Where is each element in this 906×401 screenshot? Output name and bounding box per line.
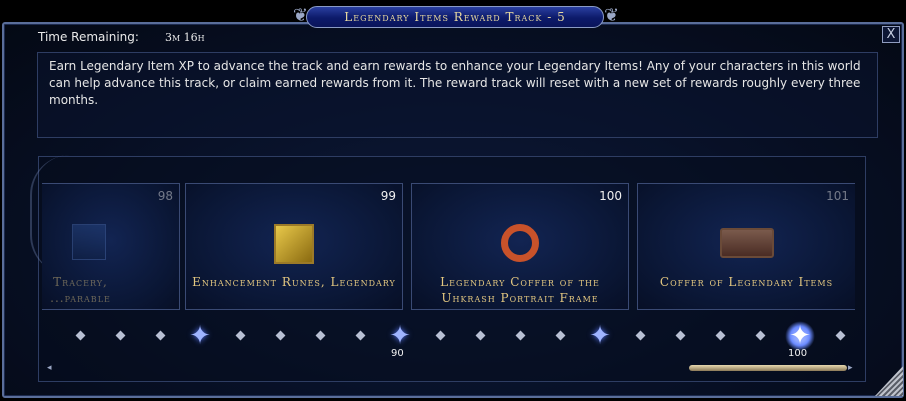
window-title: Legendary Items Reward Track - 5 — [306, 6, 604, 28]
reward-name: Coffer of Legendary Items — [659, 275, 834, 289]
time-remaining-value: 3m 16h — [165, 31, 205, 44]
track-marker-90: 90 — [391, 348, 404, 359]
reward-name: Enhancement Runes, Legendary — [192, 275, 396, 289]
tracery-icon — [72, 224, 106, 260]
milestone-star-icon: ✦ — [189, 321, 211, 351]
track-marker-100: 100 — [788, 348, 808, 359]
reward-card-100[interactable]: 100 Legendary Coffer of the Uhkrash Port… — [411, 183, 629, 310]
current-level-star-icon: ✦ — [785, 321, 815, 351]
reward-level: 100 — [599, 189, 622, 203]
reward-name: Tracery, ...parable — [50, 275, 111, 305]
close-button[interactable]: X — [882, 26, 900, 43]
reward-card-101[interactable]: 101 Coffer of Legendary Items — [637, 183, 855, 310]
milestone-star-icon: ✦ — [589, 321, 611, 351]
scroll-right-arrow-icon[interactable]: ▸ — [848, 363, 853, 373]
runes-icon — [274, 224, 314, 264]
title-ornament-right-icon: ❦ — [604, 5, 620, 26]
scroll-left-arrow-icon[interactable]: ◂ — [47, 363, 52, 373]
scrollbar-thumb[interactable] — [689, 365, 847, 371]
time-remaining-label: Time Remaining: — [38, 30, 139, 44]
portrait-frame-icon — [501, 224, 539, 262]
chest-icon — [719, 228, 774, 258]
reward-card-99[interactable]: 99 Enhancement Runes, Legendary — [185, 183, 403, 310]
description-text: Earn Legendary Item XP to advance the tr… — [49, 59, 861, 107]
reward-card-98[interactable]: 98 Tracery, ...parable — [42, 183, 180, 310]
reward-level: 98 — [157, 189, 173, 203]
reward-level: 99 — [380, 189, 396, 203]
reward-name: Legendary Coffer of the Uhkrash Portrait… — [440, 275, 600, 305]
reward-level: 101 — [826, 189, 849, 203]
title-ornament-left-icon: ❦ — [292, 5, 308, 26]
milestone-star-icon: ✦ — [389, 321, 411, 351]
